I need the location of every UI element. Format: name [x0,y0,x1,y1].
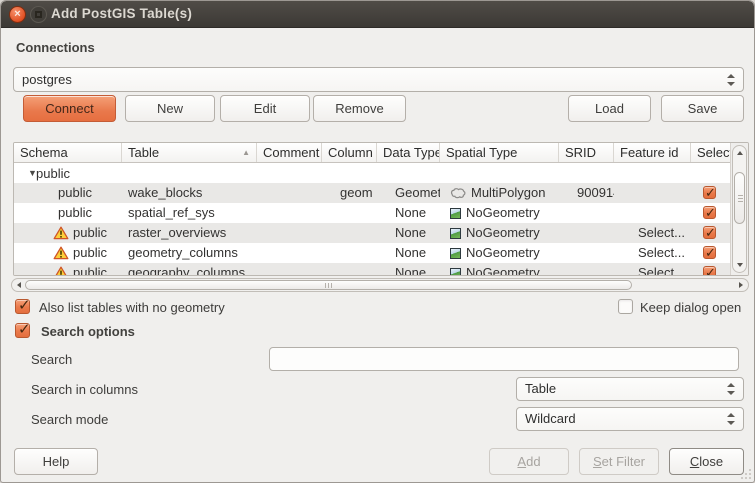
search-input[interactable] [269,347,739,371]
connection-combobox[interactable]: postgres [13,67,744,92]
row-select-checkbox[interactable]: ✓ [703,226,716,239]
nogeometry-icon [450,248,461,259]
table-body: ▼ public public wake_blocks geom Geometr… [14,163,730,276]
add-postgis-dialog: × Add PostGIS Table(s) Connections postg… [0,0,755,483]
edit-button[interactable]: Edit [220,95,310,122]
connection-combobox-value: postgres [22,72,72,87]
column-header-comment[interactable]: Comment [257,143,322,162]
table-row[interactable]: public raster_overviews None NoGeometry … [14,223,730,243]
schema-group-row[interactable]: ▼ public [14,163,730,183]
keep-dialog-open-label: Keep dialog open [640,300,741,315]
combo-spinner-icon[interactable] [727,383,735,395]
scroll-right-icon[interactable] [739,282,743,288]
row-select-checkbox[interactable]: ✓ [703,186,716,199]
add-button[interactable]: Add [489,448,569,475]
search-mode-label: Search mode [31,412,108,427]
feature-id-select[interactable]: Select... [614,243,691,263]
table-name-cell: geography_columns [122,263,257,276]
table-row[interactable]: public spatial_ref_sys None NoGeometry ✓ [14,203,730,223]
column-header-column[interactable]: Column [322,143,377,162]
column-header-data-type[interactable]: Data Type [377,143,440,162]
column-header-schema[interactable]: Schema [14,143,122,162]
sort-ascending-icon: ▲ [242,143,250,162]
scroll-grip-icon [325,283,333,288]
save-button[interactable]: Save [661,95,744,122]
row-select-checkbox[interactable]: ✓ [703,246,716,259]
table-name-cell: raster_overviews [122,223,257,243]
expander-open-icon[interactable]: ▼ [14,168,28,178]
table-row[interactable]: public geometry_columns None NoGeometry … [14,243,730,263]
warning-icon [53,226,69,240]
table-name-cell: wake_blocks [122,183,257,203]
nogeometry-icon [450,268,461,277]
combo-spinner-icon[interactable] [727,74,735,86]
remove-button[interactable]: Remove [313,95,406,122]
connections-group-label: Connections [16,40,95,55]
nogeometry-icon [450,208,461,219]
horizontal-scrollbar[interactable] [11,278,749,292]
table-row[interactable]: public geography_columns None NoGeometry… [14,263,730,276]
search-options-checkbox[interactable]: ✓ [15,323,30,338]
window-title: Add PostGIS Table(s) [51,6,192,21]
restore-window-button[interactable] [30,6,47,23]
schema-group-name: public [28,166,70,181]
close-window-button[interactable]: × [9,6,26,23]
load-button[interactable]: Load [568,95,651,122]
vertical-scrollbar[interactable] [730,143,748,275]
feature-id-select[interactable]: Select... [614,263,691,276]
scroll-grip-icon [738,195,743,202]
row-select-checkbox[interactable]: ✓ [703,206,716,219]
close-button[interactable]: Close [669,448,744,475]
horizontal-scrollbar-thumb[interactable] [25,280,632,290]
column-header-table[interactable]: Table▲ [122,143,257,162]
search-mode-combobox[interactable]: Wildcard [516,407,744,431]
search-in-columns-label: Search in columns [31,382,138,397]
new-button[interactable]: New [125,95,215,122]
feature-id-cell[interactable] [614,183,691,203]
row-select-checkbox[interactable]: ✓ [703,266,716,276]
connect-button[interactable]: Connect [23,95,116,122]
combo-spinner-icon[interactable] [727,413,735,425]
scroll-down-icon[interactable] [737,263,743,267]
vertical-scrollbar-thumb[interactable] [734,172,745,224]
also-list-label: Also list tables with no geometry [39,300,225,315]
search-in-columns-combobox[interactable]: Table [516,377,744,401]
restore-icon [35,11,42,18]
feature-id-select[interactable]: Select... [614,223,691,243]
keep-dialog-open-checkbox[interactable] [618,299,633,314]
table-header-row: Schema Table▲ Comment Column Data Type S… [14,143,730,163]
multipolygon-icon [450,187,466,199]
tables-list: Schema Table▲ Comment Column Data Type S… [13,142,749,276]
table-name-cell: spatial_ref_sys [122,203,257,223]
column-header-spatial-type[interactable]: Spatial Type [440,143,559,162]
table-name-cell: geometry_columns [122,243,257,263]
column-header-srid[interactable]: SRID [559,143,614,162]
scroll-left-icon[interactable] [17,282,21,288]
warning-icon [53,266,69,276]
column-header-feature-id[interactable]: Feature id [614,143,691,162]
scroll-up-icon[interactable] [737,151,743,155]
titlebar[interactable]: × Add PostGIS Table(s) [1,1,754,28]
nogeometry-icon [450,228,461,239]
warning-icon [53,246,69,260]
table-row[interactable]: public wake_blocks geom Geometry MultiPo… [14,183,730,203]
search-in-columns-value: Table [525,381,556,396]
search-mode-value: Wildcard [525,411,576,426]
feature-id-cell[interactable] [614,203,691,223]
set-filter-button[interactable]: Set Filter [579,448,659,475]
column-header-select[interactable]: Select [691,143,730,162]
resize-grip[interactable] [741,469,751,479]
help-button[interactable]: Help [14,448,98,475]
search-label: Search [31,352,72,367]
search-options-label: Search options [41,324,135,339]
also-list-checkbox[interactable]: ✓ [15,299,30,314]
